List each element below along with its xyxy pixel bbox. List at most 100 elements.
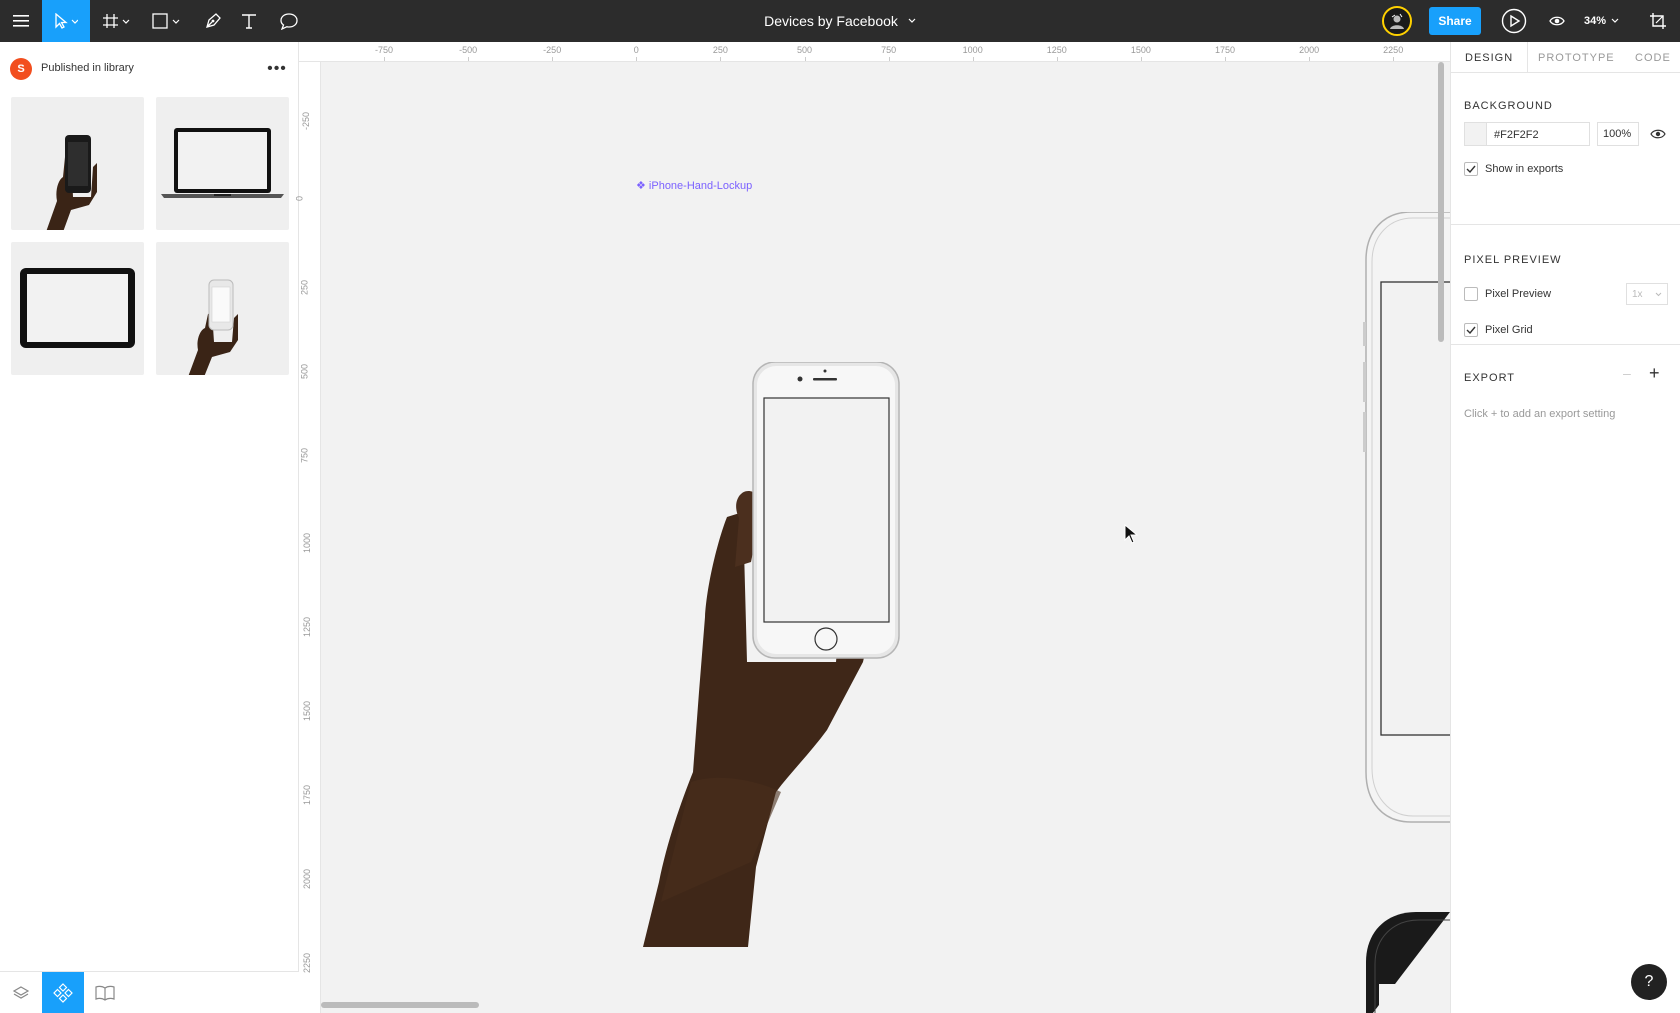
background-title: BACKGROUND [1464, 100, 1553, 112]
chevron-down-icon [908, 18, 916, 23]
tab-code[interactable]: CODE [1635, 42, 1671, 73]
properties-panel: DESIGN PROTOTYPE CODE BACKGROUND #F2F2F2… [1450, 42, 1680, 1013]
ruler-tick [888, 57, 890, 61]
document-title-text: Devices by Facebook [764, 13, 898, 29]
iphone-x-device-partial[interactable] [1361, 912, 1450, 1013]
ruler-tick [552, 57, 554, 61]
document-title[interactable]: Devices by Facebook [700, 0, 980, 42]
ruler-label: 1000 [962, 45, 983, 55]
move-tool-icon[interactable] [42, 0, 90, 42]
frame-tool-icon[interactable] [96, 0, 136, 42]
ruler-label: 1500 [1130, 45, 1151, 55]
ruler-tick [636, 57, 638, 61]
chevron-down-icon [1611, 18, 1619, 23]
pixel-preview-title: PIXEL PREVIEW [1464, 254, 1562, 266]
background-opacity-field[interactable]: 100% [1597, 122, 1639, 146]
ruler-tick [1225, 57, 1226, 61]
ruler-label: 1250 [1046, 45, 1067, 55]
ruler-tick [804, 57, 806, 61]
component-thumb-laptop[interactable] [156, 97, 289, 230]
iphone-hand-lockup[interactable] [631, 362, 931, 952]
ruler-tick [972, 57, 974, 61]
ruler-tick [1309, 57, 1311, 61]
ruler-label: 0 [294, 196, 305, 202]
toolbar: Devices by Facebook Share 34% [0, 0, 1680, 42]
library-book-icon[interactable] [84, 972, 126, 1013]
ruler-label: 1750 [302, 784, 313, 805]
background-section: BACKGROUND #F2F2F2 100% Show in exports [1451, 73, 1680, 225]
ruler-label: 250 [299, 280, 310, 296]
export-section: EXPORT – + Click + to add an export sett… [1451, 345, 1680, 435]
avatar[interactable] [1382, 6, 1412, 36]
eye-icon[interactable] [1650, 127, 1666, 145]
present-icon[interactable] [1497, 0, 1531, 42]
cursor-icon [1124, 524, 1139, 544]
library-title: Published in library [41, 62, 134, 74]
ruler-label: 250 [712, 45, 728, 55]
component-thumb-phone-hand[interactable] [11, 97, 144, 232]
pixel-preview-scale-select[interactable]: 1x [1626, 283, 1668, 305]
pixel-preview-scale: 1x [1632, 288, 1643, 300]
remove-export-button[interactable]: – [1623, 365, 1631, 381]
ruler-label: 750 [881, 45, 897, 55]
layers-icon[interactable] [0, 972, 42, 1013]
library-badge: S [10, 58, 32, 80]
pixel-preview-section: PIXEL PREVIEW Pixel Preview 1x Pixel Gri… [1451, 225, 1680, 345]
view-icon[interactable] [1540, 0, 1574, 42]
show-in-exports-row[interactable]: Show in exports [1464, 162, 1563, 176]
ruler-label: -250 [543, 45, 562, 55]
zoom-dropdown[interactable]: 34% [1584, 0, 1619, 42]
tab-design[interactable]: DESIGN [1451, 42, 1529, 73]
iphone-device-partial[interactable] [1361, 212, 1450, 882]
share-button[interactable]: Share [1429, 7, 1481, 35]
left-panel-tabs [0, 971, 299, 1013]
background-hex: #F2F2F2 [1494, 129, 1539, 141]
help-button[interactable]: ? [1631, 964, 1667, 1000]
ruler-label: 1000 [302, 532, 313, 553]
chevron-down-icon [1655, 292, 1662, 296]
ruler-label: -750 [374, 45, 394, 55]
component-thumb-phone-hand-white[interactable] [156, 242, 289, 377]
ruler-label: 2000 [302, 868, 313, 889]
tab-prototype[interactable]: PROTOTYPE [1538, 42, 1615, 73]
ruler-label: -500 [459, 45, 478, 55]
show-in-exports-label: Show in exports [1485, 163, 1564, 175]
ruler-tick [720, 57, 722, 61]
text-tool-icon[interactable] [232, 0, 266, 42]
color-swatch[interactable] [1465, 123, 1487, 145]
pen-tool-icon[interactable] [196, 0, 230, 42]
ruler-tick [1056, 57, 1058, 61]
ruler-label: 2250 [302, 953, 313, 974]
ruler-label: 1750 [1214, 45, 1236, 55]
background-color-field[interactable]: #F2F2F2 [1464, 122, 1590, 146]
ruler-label: 1250 [302, 616, 313, 637]
crop-icon[interactable] [1640, 0, 1676, 42]
ruler-tick [1393, 57, 1395, 61]
export-title: EXPORT [1464, 372, 1516, 384]
pixel-preview-row[interactable]: Pixel Preview [1464, 287, 1551, 301]
component-thumb-tablet[interactable] [11, 242, 144, 375]
pixel-grid-checkbox[interactable] [1464, 323, 1478, 337]
vertical-scrollbar[interactable] [1438, 62, 1444, 342]
show-in-exports-checkbox[interactable] [1464, 162, 1478, 176]
export-hint: Click + to add an export setting [1464, 408, 1616, 420]
checkmark-icon [1466, 165, 1476, 173]
assets-panel: S Published in library ••• [0, 42, 299, 1013]
canvas[interactable]: ❖ iPhone-Hand-Lockup [321, 62, 1450, 1013]
properties-tabs: DESIGN PROTOTYPE CODE [1451, 42, 1680, 73]
shape-tool-icon[interactable] [146, 0, 186, 42]
horizontal-scrollbar[interactable] [321, 1002, 479, 1008]
pixel-grid-row[interactable]: Pixel Grid [1464, 323, 1533, 337]
library-header: S Published in library ••• [0, 42, 299, 95]
menu-icon[interactable] [0, 0, 42, 42]
component-frame-label[interactable]: ❖ iPhone-Hand-Lockup [636, 179, 752, 192]
ruler-label: 0 [633, 45, 639, 55]
add-export-button[interactable]: + [1649, 363, 1660, 384]
pixel-preview-checkbox[interactable] [1464, 287, 1478, 301]
more-options-button[interactable]: ••• [264, 58, 290, 80]
ruler-tick [384, 57, 385, 61]
components-icon[interactable] [42, 972, 84, 1013]
ruler-label: 500 [299, 364, 310, 380]
comment-tool-icon[interactable] [272, 0, 306, 42]
ruler-label: 750 [299, 448, 310, 464]
